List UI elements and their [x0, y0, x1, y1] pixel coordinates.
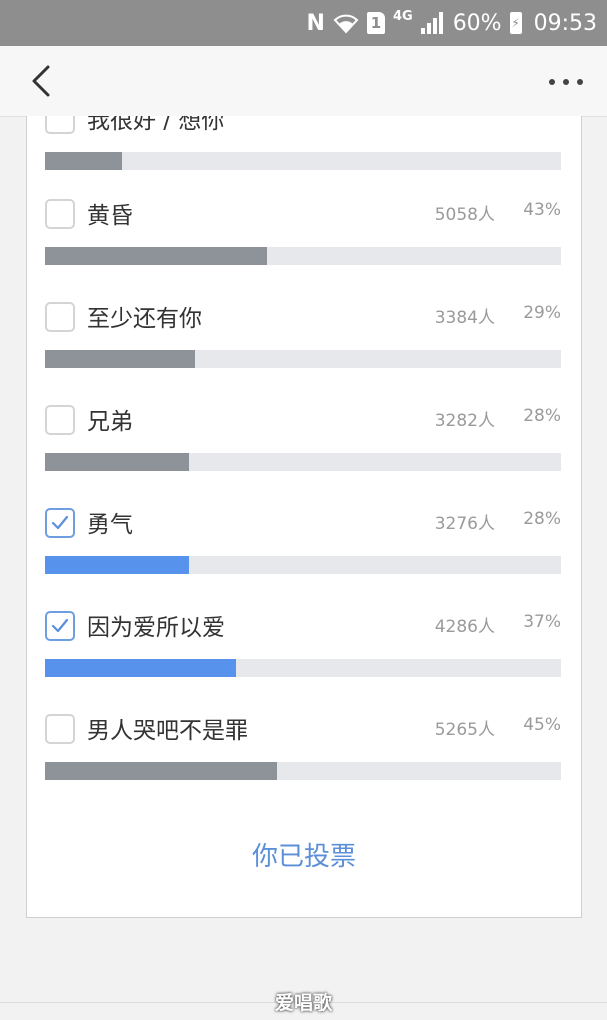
clock: 09:53 — [533, 10, 597, 36]
option-label: 黄昏 — [87, 203, 133, 229]
progress-fill — [45, 659, 236, 677]
option-count: 5265人 — [434, 720, 495, 740]
progress-track — [45, 762, 561, 780]
progress-fill — [45, 453, 190, 471]
option-count: 5058人 — [434, 205, 495, 225]
progress-track — [45, 453, 561, 471]
poll-option[interactable]: 黄昏 5058人 43% — [27, 199, 581, 302]
option-label: 男人哭吧不是罪 — [87, 718, 248, 744]
poll-card: 我很好 / 想你 黄昏 5058人 43% 至少还有你 3384人 29% 兄弟… — [26, 116, 582, 918]
progress-fill — [45, 247, 267, 265]
option-percent: 28% — [523, 406, 561, 426]
option-label: 因为爱所以爱 — [87, 615, 225, 641]
battery-percent: 60% — [452, 10, 502, 36]
progress-track — [45, 659, 561, 677]
battery-charging-icon: ⚡ — [509, 12, 522, 34]
option-label: 兄弟 — [87, 409, 133, 435]
poll-option[interactable]: 我很好 / 想你 — [27, 116, 581, 207]
checkbox[interactable] — [45, 508, 75, 538]
more-options-button[interactable] — [547, 74, 585, 88]
checkbox[interactable] — [45, 116, 75, 134]
option-count: 3282人 — [434, 411, 495, 431]
wifi-icon — [333, 12, 359, 34]
poll-option[interactable]: 因为爱所以爱 4286人 37% — [27, 611, 581, 714]
checkbox[interactable] — [45, 302, 75, 332]
option-percent: 28% — [523, 509, 561, 529]
progress-fill — [45, 556, 190, 574]
progress-track — [45, 152, 561, 170]
option-percent: 29% — [523, 303, 561, 323]
nav-bar — [0, 46, 607, 117]
checkbox[interactable] — [45, 714, 75, 744]
progress-fill — [45, 350, 195, 368]
watermark: 爱唱歌 — [274, 992, 332, 1014]
option-count: 4286人 — [434, 617, 495, 637]
back-button[interactable] — [28, 64, 58, 98]
option-percent: 43% — [523, 200, 561, 220]
option-label: 勇气 — [87, 512, 133, 538]
option-count: 3384人 — [434, 308, 495, 328]
progress-track — [45, 556, 561, 574]
nfc-icon: N — [306, 10, 325, 36]
checkbox[interactable] — [45, 199, 75, 229]
poll-option[interactable]: 至少还有你 3384人 29% — [27, 302, 581, 405]
signal-icon — [420, 12, 445, 34]
voted-status: 你已投票 — [251, 842, 356, 872]
option-label: 我很好 / 想你 — [87, 116, 225, 134]
poll-option[interactable]: 勇气 3276人 28% — [27, 508, 581, 611]
network-type: 4G — [392, 9, 413, 24]
checkbox[interactable] — [45, 405, 75, 435]
checkbox[interactable] — [45, 611, 75, 641]
option-percent: 37% — [523, 612, 561, 632]
option-percent: 45% — [523, 715, 561, 735]
status-bar: N 1 4G 60% ⚡ 09:53 — [0, 0, 607, 46]
progress-fill — [45, 762, 278, 780]
check-icon — [51, 515, 69, 530]
sim-icon: 1 — [366, 12, 385, 34]
chevron-left-icon — [32, 65, 50, 97]
poll-option[interactable]: 兄弟 3282人 28% — [27, 405, 581, 508]
progress-track — [45, 247, 561, 265]
more-dots-icon — [549, 79, 583, 85]
progress-track — [45, 350, 561, 368]
check-icon — [51, 618, 69, 633]
poll-option[interactable]: 男人哭吧不是罪 5265人 45% — [27, 714, 581, 817]
option-label: 至少还有你 — [87, 306, 202, 332]
option-count: 3276人 — [434, 514, 495, 534]
progress-fill — [45, 152, 123, 170]
